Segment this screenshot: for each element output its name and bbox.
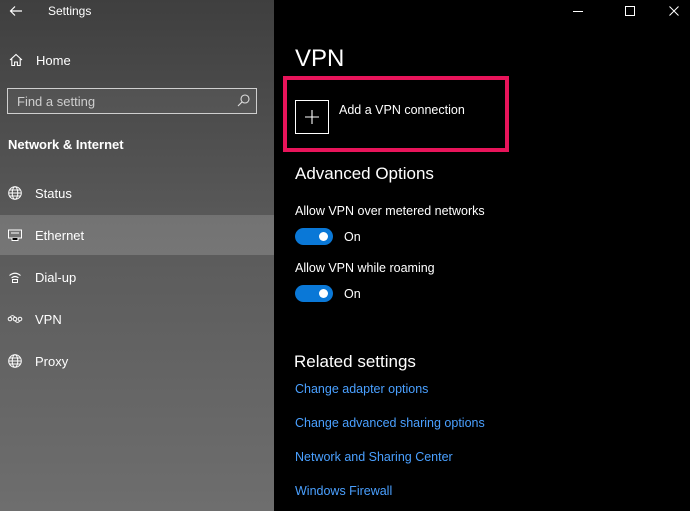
metered-networks-toggle[interactable] [295,228,333,245]
title-bar: Settings [0,0,274,24]
search-input[interactable] [8,89,234,114]
close-icon[interactable] [666,3,682,19]
add-vpn-connection-button[interactable]: Add a VPN connection [295,100,495,136]
sidebar-item-status[interactable]: Status [0,173,274,213]
page-title: VPN [295,45,345,72]
plus-icon [295,100,329,134]
sidebar-item-label: VPN [35,312,62,327]
maximize-icon[interactable] [622,3,638,19]
advanced-options-heading: Advanced Options [295,164,434,183]
sidebar: Settings Home Network & Internet Status … [0,0,274,511]
related-settings-heading: Related settings [294,352,416,371]
roaming-toggle[interactable] [295,285,333,302]
minimize-icon[interactable] [570,3,586,19]
main-content: VPN Add a VPN connection Advanced Option… [274,0,690,511]
search-box[interactable] [7,88,257,114]
sidebar-item-label: Proxy [35,354,69,369]
app-title: Settings [48,4,92,18]
search-icon[interactable] [236,93,251,108]
sidebar-item-label: Dial-up [35,270,77,285]
home-label: Home [36,53,71,68]
ethernet-icon [7,227,23,243]
home-icon [8,52,24,68]
metered-networks-label: Allow VPN over metered networks [295,204,485,218]
metered-networks-state: On [344,230,361,244]
change-adapter-options-link[interactable]: Change adapter options [295,382,428,396]
roaming-label: Allow VPN while roaming [295,261,435,275]
toggle-knob [319,289,328,298]
dialup-icon [7,269,23,285]
back-arrow-icon[interactable] [8,3,24,19]
sidebar-item-proxy[interactable]: Proxy [0,341,274,381]
sidebar-item-label: Status [35,186,72,201]
sidebar-item-dialup[interactable]: Dial-up [0,257,274,297]
roaming-state: On [344,287,361,301]
network-sharing-center-link[interactable]: Network and Sharing Center [295,450,453,464]
add-vpn-label: Add a VPN connection [339,103,465,117]
sidebar-item-ethernet[interactable]: Ethernet [0,215,274,255]
windows-firewall-link[interactable]: Windows Firewall [295,484,392,498]
sidebar-item-label: Ethernet [35,228,85,243]
vpn-icon [7,311,23,327]
sidebar-item-vpn[interactable]: VPN [0,299,274,339]
change-advanced-sharing-link[interactable]: Change advanced sharing options [295,416,485,430]
toggle-knob [319,232,328,241]
globe-icon [7,185,23,201]
globe-icon [7,353,23,369]
window-controls [550,0,690,22]
section-title: Network & Internet [8,137,124,152]
home-nav-item[interactable]: Home [0,50,274,72]
